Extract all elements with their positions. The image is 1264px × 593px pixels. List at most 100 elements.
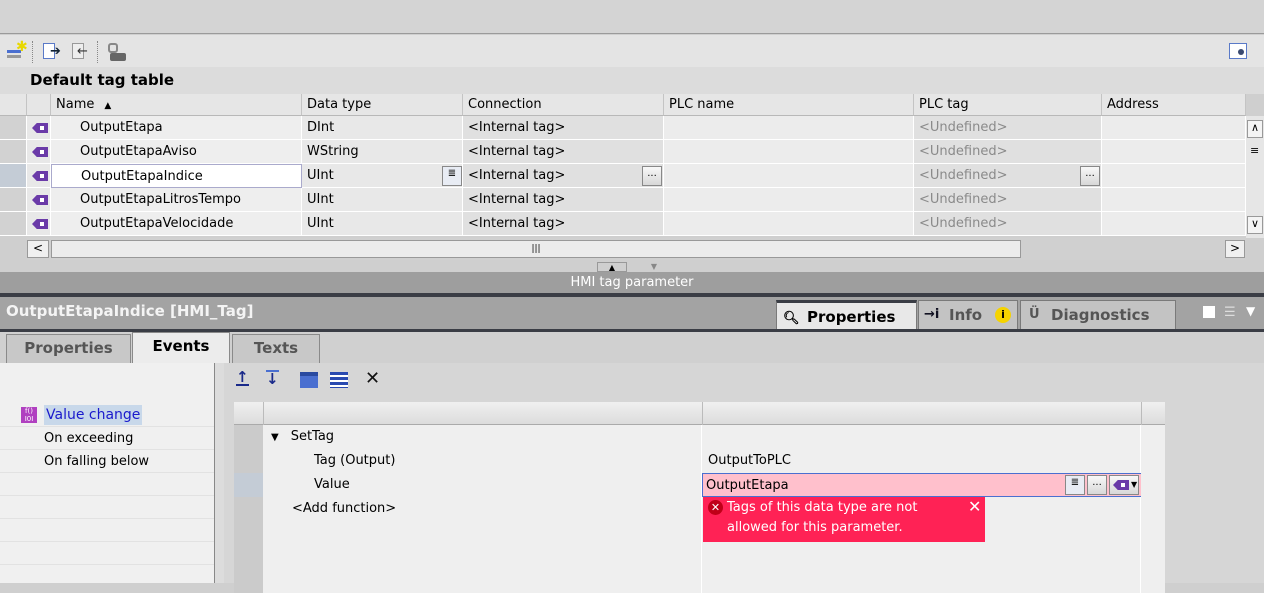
cell-address[interactable]	[1102, 164, 1246, 188]
restore-icon[interactable]	[1203, 306, 1215, 318]
cell-plc-name[interactable]	[664, 140, 914, 164]
cell-plc-name[interactable]	[664, 116, 914, 140]
cell-plc-tag[interactable]: <Undefined>	[914, 212, 1102, 236]
cell-connection[interactable]: <Internal tag>	[463, 116, 664, 140]
add-row-icon[interactable]: ✱	[6, 40, 28, 61]
export-icon[interactable]: ➔	[42, 41, 62, 61]
row-header[interactable]	[0, 188, 27, 212]
param-value[interactable]: OutputToPLC	[702, 449, 1141, 473]
vertical-scrollbar[interactable]: ∧ ≡ ∨	[1246, 116, 1264, 238]
add-function-row[interactable]: <Add function>	[234, 497, 1165, 521]
cell-plc-tag[interactable]: <Undefined>	[914, 188, 1102, 212]
expand-icon[interactable]: ▼	[271, 432, 279, 443]
close-icon[interactable]: ✕	[968, 497, 981, 517]
column-header-data-type[interactable]: Data type	[302, 94, 463, 116]
cell-address[interactable]	[1102, 140, 1246, 164]
scroll-left-icon[interactable]: <	[27, 240, 49, 258]
row-header[interactable]	[0, 116, 27, 140]
value-input[interactable]: OutputEtapa ≣ ... ▼	[702, 473, 1142, 497]
tab-label: Properties	[807, 308, 896, 326]
tab-properties-inspector[interactable]: 🔍︎ Properties	[776, 300, 917, 329]
list-icon[interactable]: ≣	[442, 166, 462, 186]
event-value-change[interactable]: f() I0I Value change	[0, 404, 214, 427]
tag-icon	[32, 123, 48, 133]
param-row[interactable]: Tag (Output) OutputToPLC	[234, 449, 1165, 473]
row-header[interactable]	[0, 164, 27, 188]
cell-plc-name[interactable]	[664, 164, 914, 188]
cell-type[interactable]: UInt	[302, 164, 463, 188]
splitter-down-icon[interactable]: ▼	[641, 262, 667, 272]
scroll-right-icon[interactable]: >	[1225, 240, 1245, 258]
connection-icon[interactable]	[106, 41, 126, 61]
column-header-plc-name[interactable]: PLC name	[664, 94, 914, 116]
cell-name[interactable]: OutputEtapaAviso	[51, 140, 302, 164]
cell-connection[interactable]: <Internal tag>	[463, 188, 664, 212]
tag-dropdown-button[interactable]: ▼	[1109, 475, 1139, 495]
event-on-exceeding[interactable]: On exceeding	[0, 427, 214, 450]
scroll-grip-icon[interactable]: ≡	[1250, 144, 1259, 157]
ellipsis-button[interactable]: ...	[1080, 166, 1100, 186]
scroll-thumb[interactable]: |||	[51, 240, 1021, 258]
splitter-up-icon[interactable]: ▲	[597, 262, 627, 272]
delete-icon[interactable]: ✕	[365, 368, 380, 389]
table-row[interactable]: OutputEtapaLitrosTempo UInt <Internal tag>…	[0, 188, 1246, 212]
cell-type[interactable]: UInt	[302, 212, 463, 236]
row-header[interactable]	[0, 212, 27, 236]
list-icon[interactable]: ≣	[1065, 475, 1085, 495]
column-header-connection[interactable]: Connection	[463, 94, 664, 116]
ellipsis-button[interactable]: ...	[1087, 475, 1107, 495]
cell-type[interactable]: DInt	[302, 116, 463, 140]
row-header[interactable]	[0, 140, 27, 164]
tab-info[interactable]: →i Info i	[918, 300, 1018, 329]
insert-row-icon[interactable]	[300, 372, 318, 388]
cell-type[interactable]: UInt	[302, 188, 463, 212]
function-row[interactable]: ▼ SetTag	[234, 425, 1165, 449]
scroll-up-icon[interactable]: ∧	[1247, 120, 1263, 138]
splitter-bar[interactable]: HMI tag parameter	[0, 272, 1264, 294]
menu-icon[interactable]: ☰	[1224, 305, 1236, 320]
table-row[interactable]: OutputEtapaIndice UInt <Internal tag> <Unde…	[0, 164, 1246, 188]
overview-icon[interactable]	[1229, 41, 1249, 61]
move-down-icon[interactable]: ↓	[266, 370, 279, 387]
tab-diagnostics[interactable]: Ü Diagnostics	[1020, 300, 1176, 329]
cell-name[interactable]: OutputEtapaVelocidade	[51, 212, 302, 236]
ellipsis-button[interactable]: ...	[642, 166, 662, 186]
import-icon[interactable]: ←	[71, 41, 91, 61]
table-row[interactable]: OutputEtapa DInt <Internal tag> <Undefined>	[0, 116, 1246, 140]
add-row-icon[interactable]	[330, 372, 348, 388]
table-row[interactable]: OutputEtapaAviso WString <Internal tag> <Un…	[0, 140, 1246, 164]
column-header-plc-tag[interactable]: PLC tag	[914, 94, 1102, 116]
cell-address[interactable]	[1102, 188, 1246, 212]
horizontal-scrollbar[interactable]: < ||| >	[27, 238, 1246, 260]
event-list-scrollbar[interactable]	[214, 363, 224, 583]
param-row[interactable]: Value OutputEtapa ≣ ... ▼	[234, 473, 1165, 497]
cell-type[interactable]: WString	[302, 140, 463, 164]
add-function[interactable]: <Add function>	[263, 497, 702, 521]
event-list: f() I0I Value change On exceeding On falli…	[0, 363, 214, 583]
move-up-icon[interactable]: ↑	[236, 370, 249, 386]
tab-properties[interactable]: Properties	[6, 334, 131, 363]
cell-name[interactable]: OutputEtapaLitrosTempo	[51, 188, 302, 212]
cell-plc-tag[interactable]: <Undefined>	[914, 140, 1102, 164]
tag-icon	[32, 147, 48, 157]
cell-plc-name[interactable]	[664, 212, 914, 236]
cell-name[interactable]: OutputEtapa	[51, 116, 302, 140]
tab-texts[interactable]: Texts	[232, 334, 320, 363]
cell-address[interactable]	[1102, 212, 1246, 236]
event-on-falling-below[interactable]: On falling below	[0, 450, 214, 473]
cell-connection[interactable]: <Internal tag>	[463, 212, 664, 236]
collapse-icon[interactable]: ▼	[1246, 304, 1255, 318]
cell-plc-tag[interactable]: <Undefined>	[914, 116, 1102, 140]
cell-plc-name[interactable]	[664, 188, 914, 212]
cell-name[interactable]: OutputEtapaIndice	[51, 164, 302, 188]
tab-events[interactable]: Events	[132, 332, 230, 363]
toolbar: ✱ ➔ ←	[0, 35, 1264, 67]
cell-address[interactable]	[1102, 116, 1246, 140]
column-header-name[interactable]: Name ▲	[51, 94, 302, 116]
cell-plc-tag[interactable]: <Undefined>	[914, 164, 1102, 188]
cell-connection[interactable]: <Internal tag>	[463, 164, 664, 188]
column-header-address[interactable]: Address	[1102, 94, 1246, 116]
cell-connection[interactable]: <Internal tag>	[463, 140, 664, 164]
scroll-down-icon[interactable]: ∨	[1247, 216, 1263, 234]
table-row[interactable]: OutputEtapaVelocidade UInt <Internal tag> <…	[0, 212, 1246, 236]
